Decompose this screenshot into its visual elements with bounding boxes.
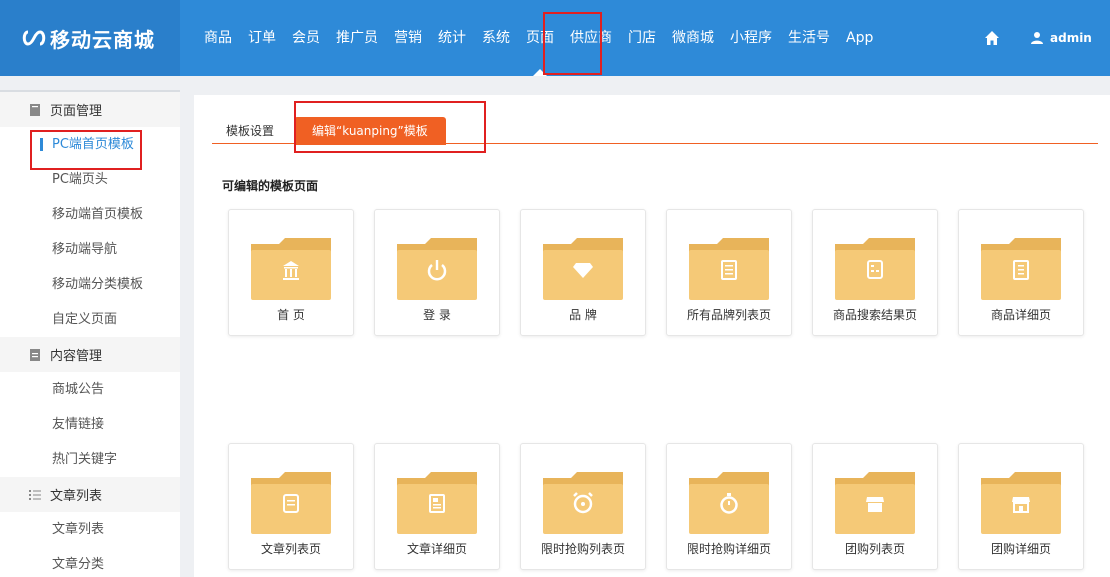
- sidebar-group-article-list[interactable]: 文章列表: [0, 477, 180, 512]
- sidebar-group-content-management[interactable]: 内容管理: [0, 337, 180, 372]
- card-label: 所有品牌列表页: [686, 308, 771, 322]
- card-label: 限时抢购详细页: [686, 542, 771, 556]
- logo-icon: [22, 30, 46, 46]
- card-label: 首 页: [277, 308, 305, 322]
- folder-shop-icon: [835, 472, 915, 534]
- nav-item-system[interactable]: 系统: [474, 0, 518, 76]
- nav-item-marketing[interactable]: 营销: [386, 0, 430, 76]
- sidebar-group-page-management[interactable]: 页面管理: [0, 92, 180, 127]
- nav-item-orders[interactable]: 订单: [240, 0, 284, 76]
- nav-item-promoters[interactable]: 推广员: [328, 0, 386, 76]
- page-icon: [30, 103, 40, 116]
- nav-item-stores[interactable]: 门店: [620, 0, 664, 76]
- nav-item-statistics[interactable]: 统计: [430, 0, 474, 76]
- main-nav: 商品 订单 会员 推广员 营销 统计 系统 页面 供应商 门店 微商城 小程序 …: [196, 0, 881, 76]
- card-label: 团购详细页: [990, 542, 1051, 556]
- highlight-box-tab: [294, 101, 486, 153]
- sidebar-item-articles[interactable]: 文章列表: [0, 512, 180, 547]
- folder-calculator-icon: [835, 238, 915, 300]
- tab-template-settings[interactable]: 模板设置: [212, 117, 288, 145]
- folder-receipt-icon: [689, 238, 769, 300]
- template-card-article-list[interactable]: 文章列表页: [228, 443, 354, 570]
- template-card-home[interactable]: 首 页: [228, 209, 354, 336]
- sidebar-group-label: 文章列表: [50, 489, 103, 504]
- sidebar-group-label: 内容管理: [50, 349, 103, 364]
- list-icon: [29, 489, 41, 500]
- template-card-article-detail[interactable]: 文章详细页: [374, 443, 500, 570]
- logo[interactable]: 移动云商城: [0, 0, 180, 76]
- card-label: 品 牌: [569, 308, 597, 322]
- section-title: 可编辑的模板页面: [222, 179, 319, 193]
- sidebar-item-hot-keywords[interactable]: 热门关键字: [0, 442, 180, 477]
- nav-item-members[interactable]: 会员: [284, 0, 328, 76]
- sidebar-item-article-categories[interactable]: 文章分类: [0, 547, 180, 577]
- sidebar-item-custom-page[interactable]: 自定义页面: [0, 302, 180, 337]
- template-card-search-results[interactable]: 商品搜索结果页: [812, 209, 938, 336]
- home-icon[interactable]: [984, 30, 1000, 46]
- folder-document-icon: [251, 472, 331, 534]
- nav-item-app[interactable]: App: [838, 0, 881, 76]
- sidebar-item-mobile-nav[interactable]: 移动端导航: [0, 232, 180, 267]
- nav-item-wechat-mall[interactable]: 微商城: [664, 0, 722, 76]
- sidebar-item-mobile-home-template[interactable]: 移动端首页模板: [0, 197, 180, 232]
- folder-power-icon: [397, 238, 477, 300]
- user-name: admin: [1050, 31, 1092, 45]
- highlight-box-nav: [543, 12, 602, 75]
- sidebar-item-mall-notice[interactable]: 商城公告: [0, 372, 180, 407]
- template-card-login[interactable]: 登 录: [374, 209, 500, 336]
- logo-text: 移动云商城: [50, 27, 155, 52]
- template-card-goods-detail[interactable]: 商品详细页: [958, 209, 1084, 336]
- document-icon: [30, 348, 40, 361]
- folder-article-icon: [397, 472, 477, 534]
- template-card-group-buy-detail[interactable]: 团购详细页: [958, 443, 1084, 570]
- sidebar-item-mobile-category-template[interactable]: 移动端分类模板: [0, 267, 180, 302]
- main-panel: 模板设置 编辑“kuanping”模板 可编辑的模板页面 首 页 登 录 品 牌: [194, 95, 1110, 577]
- nav-item-life-account[interactable]: 生活号: [780, 0, 838, 76]
- folder-alarm-clock-icon: [543, 472, 623, 534]
- card-label: 商品详细页: [990, 308, 1051, 322]
- folder-store-icon: [981, 472, 1061, 534]
- card-label: 团购列表页: [844, 542, 905, 556]
- user-icon: [1031, 32, 1043, 44]
- template-card-all-brands[interactable]: 所有品牌列表页: [666, 209, 792, 336]
- card-label: 文章列表页: [260, 542, 321, 556]
- card-label: 商品搜索结果页: [832, 308, 917, 322]
- card-label: 登 录: [423, 308, 451, 322]
- folder-bank-icon: [251, 238, 331, 300]
- template-card-flash-sale-list[interactable]: 限时抢购列表页: [520, 443, 646, 570]
- folder-list-icon: [981, 238, 1061, 300]
- sidebar-group-label: 页面管理: [50, 104, 103, 119]
- sidebar-item-friend-links[interactable]: 友情链接: [0, 407, 180, 442]
- template-card-group-buy-list[interactable]: 团购列表页: [812, 443, 938, 570]
- folder-diamond-icon: [543, 238, 623, 300]
- user-menu[interactable]: admin: [1030, 0, 1092, 76]
- template-card-flash-sale-detail[interactable]: 限时抢购详细页: [666, 443, 792, 570]
- card-label: 限时抢购列表页: [540, 542, 625, 556]
- nav-item-mini-program[interactable]: 小程序: [722, 0, 780, 76]
- nav-item-goods[interactable]: 商品: [196, 0, 240, 76]
- highlight-box-sidebar: [30, 130, 142, 170]
- template-card-brand[interactable]: 品 牌: [520, 209, 646, 336]
- folder-stopwatch-icon: [689, 472, 769, 534]
- card-label: 文章详细页: [406, 542, 467, 556]
